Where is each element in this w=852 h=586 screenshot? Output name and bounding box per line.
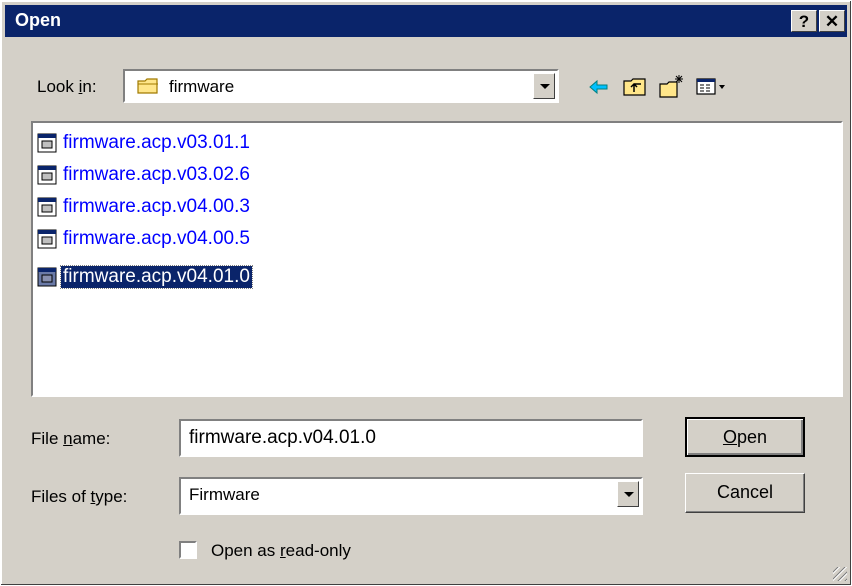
file-icon xyxy=(37,267,57,287)
look-in-value: firmware xyxy=(169,77,235,96)
file-item[interactable]: firmware.acp.v04.00.5 xyxy=(37,227,252,251)
title-bar[interactable]: Open ? ✕ xyxy=(5,5,847,37)
file-type-value: Firmware xyxy=(189,485,260,504)
file-name-input[interactable]: firmware.acp.v04.01.0 xyxy=(179,419,643,457)
look-in-combobox[interactable]: firmware xyxy=(123,69,559,103)
look-in-dropdown-button[interactable] xyxy=(533,73,555,99)
read-only-checkbox[interactable] xyxy=(179,541,197,559)
file-item[interactable]: firmware.acp.v04.00.3 xyxy=(37,195,252,219)
resize-grip[interactable] xyxy=(833,567,847,581)
up-one-level-icon[interactable] xyxy=(621,73,649,101)
file-item[interactable]: firmware.acp.v03.02.6 xyxy=(37,163,252,187)
look-in-label: Look in: xyxy=(37,77,97,96)
help-button[interactable]: ? xyxy=(791,10,817,32)
file-type-select[interactable]: Firmware xyxy=(179,477,643,515)
new-folder-icon[interactable] xyxy=(657,73,685,101)
file-type-dropdown-button[interactable] xyxy=(617,481,639,507)
dialog-title: Open xyxy=(15,10,62,30)
file-icon xyxy=(37,133,57,153)
file-icon xyxy=(37,229,57,249)
file-icon xyxy=(37,197,57,217)
read-only-label[interactable]: Open as read-only xyxy=(211,541,351,561)
file-item[interactable]: firmware.acp.v03.01.1 xyxy=(37,131,252,155)
open-dialog: Open ? ✕ Look in: firmware firmware.acp.… xyxy=(0,0,852,586)
folder-icon xyxy=(137,78,158,94)
files-of-type-label: Files of type: xyxy=(31,487,128,506)
file-item-selected[interactable]: firmware.acp.v04.01.0 xyxy=(37,265,253,289)
file-list[interactable]: firmware.acp.v03.01.1 firmware.acp.v03.0… xyxy=(31,121,843,397)
close-button[interactable]: ✕ xyxy=(819,10,845,32)
open-button[interactable]: Open xyxy=(685,417,805,457)
back-icon[interactable] xyxy=(585,73,613,101)
file-icon xyxy=(37,165,57,185)
file-name-label: File name: xyxy=(31,429,111,448)
cancel-button[interactable]: Cancel xyxy=(685,473,805,513)
view-menu-icon[interactable] xyxy=(695,73,729,101)
